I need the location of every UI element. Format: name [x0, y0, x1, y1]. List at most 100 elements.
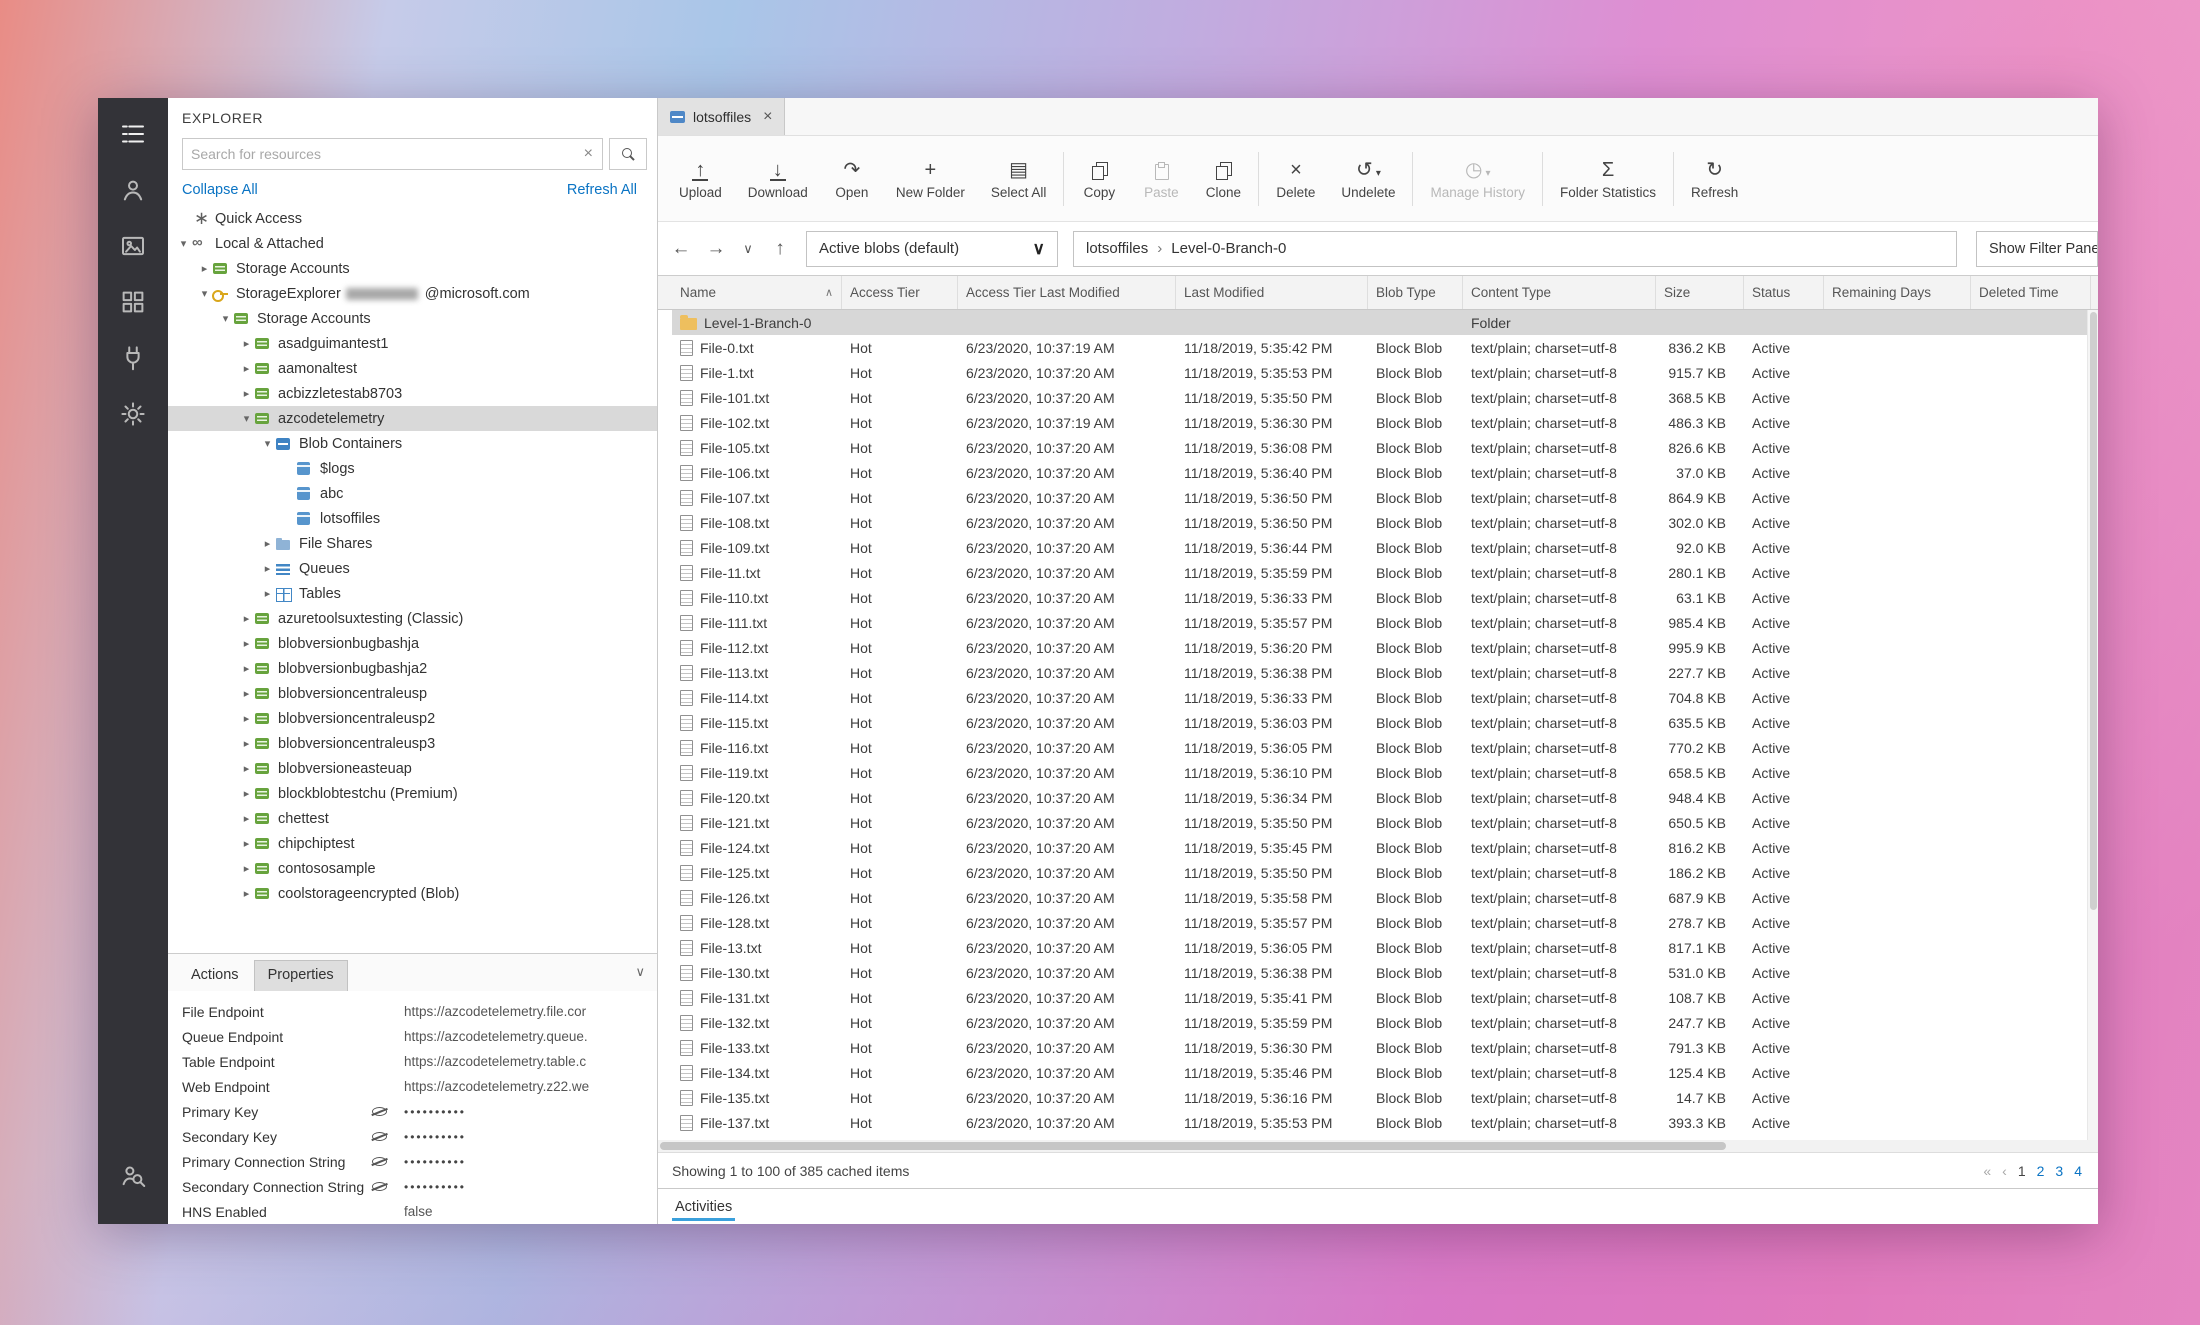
copy-button[interactable]: Copy	[1068, 157, 1130, 200]
column-header-name[interactable]: Name∧	[672, 276, 842, 309]
expander-icon[interactable]: ▸	[239, 687, 254, 700]
tab-properties[interactable]: Properties	[254, 960, 348, 991]
toggle-visibility-icon[interactable]	[370, 1105, 389, 1118]
panel-collapse-caret-icon[interactable]: ∨	[635, 964, 645, 980]
column-header-deleted-time[interactable]: Deleted Time	[1971, 276, 2091, 309]
table-row[interactable]: File-131.txtHot6/23/2020, 10:37:20 AM11/…	[672, 985, 2098, 1010]
column-header-status[interactable]: Status	[1744, 276, 1824, 309]
expander-icon[interactable]: ▸	[260, 537, 275, 550]
expander-icon[interactable]: ▸	[239, 737, 254, 750]
table-row[interactable]: File-119.txtHot6/23/2020, 10:37:20 AM11/…	[672, 760, 2098, 785]
table-row[interactable]: File-128.txtHot6/23/2020, 10:37:20 AM11/…	[672, 910, 2098, 935]
download-button[interactable]: ↓Download	[735, 157, 821, 200]
horizontal-scrollbar[interactable]	[658, 1140, 2098, 1152]
search-input[interactable]	[183, 146, 575, 162]
upload-button[interactable]: ↑Upload	[666, 157, 735, 200]
tree-item-azcodetelemetry[interactable]: ▾azcodetelemetry	[168, 406, 657, 431]
tree-item-local-attached[interactable]: ▾Local & Attached	[168, 231, 657, 256]
expander-icon[interactable]: ▸	[197, 262, 212, 275]
tree-item-file-shares[interactable]: ▸File Shares	[168, 531, 657, 556]
expander-icon[interactable]: ▸	[239, 712, 254, 725]
account-icon[interactable]	[113, 170, 153, 210]
up-button[interactable]: ↑	[765, 238, 795, 260]
table-row[interactable]: File-106.txtHot6/23/2020, 10:37:20 AM11/…	[672, 460, 2098, 485]
history-dropdown-icon[interactable]: ∨	[736, 241, 760, 257]
column-header-access-tier[interactable]: Access Tier	[842, 276, 958, 309]
table-row[interactable]: File-101.txtHot6/23/2020, 10:37:20 AM11/…	[672, 385, 2098, 410]
refresh-all-link[interactable]: Refresh All	[567, 182, 637, 198]
expander-icon[interactable]: ▾	[260, 437, 275, 450]
tree-item-aamonaltest[interactable]: ▸aamonaltest	[168, 356, 657, 381]
tree-item-chipchiptest[interactable]: ▸chipchiptest	[168, 831, 657, 856]
table-row[interactable]: File-137.txtHot6/23/2020, 10:37:20 AM11/…	[672, 1110, 2098, 1135]
expander-icon[interactable]: ▸	[239, 862, 254, 875]
tree-item-abc[interactable]: abc	[168, 481, 657, 506]
clear-search-icon[interactable]: ×	[575, 145, 602, 163]
table-row[interactable]: File-112.txtHot6/23/2020, 10:37:20 AM11/…	[672, 635, 2098, 660]
vertical-scrollbar-thumb[interactable]	[2090, 312, 2097, 910]
select-all-button[interactable]: ▤Select All	[978, 157, 1060, 200]
expander-icon[interactable]: ▸	[239, 837, 254, 850]
toggle-visibility-icon[interactable]	[370, 1180, 389, 1193]
column-header-access-tier-last-modified[interactable]: Access Tier Last Modified	[958, 276, 1176, 309]
blob-view-dropdown[interactable]: Active blobs (default) ∨	[806, 231, 1058, 267]
column-header-blob-type[interactable]: Blob Type	[1368, 276, 1463, 309]
table-row[interactable]: File-121.txtHot6/23/2020, 10:37:20 AM11/…	[672, 810, 2098, 835]
table-row[interactable]: File-133.txtHot6/23/2020, 10:37:20 AM11/…	[672, 1035, 2098, 1060]
expander-icon[interactable]: ▾	[197, 287, 212, 300]
refresh-button[interactable]: ↻Refresh	[1678, 157, 1751, 200]
tree-item-contososample[interactable]: ▸contososample	[168, 856, 657, 881]
breadcrumb-folder[interactable]: Level-0-Branch-0	[1171, 240, 1286, 257]
attach-icon[interactable]	[113, 226, 153, 266]
tree-item-storage-accounts[interactable]: ▸Storage Accounts	[168, 256, 657, 281]
table-row[interactable]: File-108.txtHot6/23/2020, 10:37:20 AM11/…	[672, 510, 2098, 535]
page-2[interactable]: 2	[2037, 1163, 2045, 1179]
tree-item-storageexplorer[interactable]: ▾StorageExplorer@microsoft.com	[168, 281, 657, 306]
tree-item-blockblobtestchu-premium[interactable]: ▸blockblobtestchu (Premium)	[168, 781, 657, 806]
table-row[interactable]: File-110.txtHot6/23/2020, 10:37:20 AM11/…	[672, 585, 2098, 610]
collapse-all-link[interactable]: Collapse All	[182, 182, 258, 198]
tree-item-blobversionbugbashja2[interactable]: ▸blobversionbugbashja2	[168, 656, 657, 681]
tree-item-blobversioncentraleusp3[interactable]: ▸blobversioncentraleusp3	[168, 731, 657, 756]
tree-item-blob-containers[interactable]: ▾Blob Containers	[168, 431, 657, 456]
close-tab-icon[interactable]: ×	[759, 108, 772, 126]
tree-item-lotsoffiles[interactable]: lotsoffiles	[168, 506, 657, 531]
table-row[interactable]: File-130.txtHot6/23/2020, 10:37:20 AM11/…	[672, 960, 2098, 985]
expander-icon[interactable]: ▸	[260, 587, 275, 600]
explorer-activity-icon[interactable]	[113, 114, 153, 154]
expander-icon[interactable]: ▸	[239, 387, 254, 400]
column-header-content-type[interactable]: Content Type	[1463, 276, 1656, 309]
toggle-visibility-icon[interactable]	[370, 1130, 389, 1143]
new-folder-button[interactable]: +New Folder	[883, 157, 978, 200]
table-row[interactable]: File-109.txtHot6/23/2020, 10:37:20 AM11/…	[672, 535, 2098, 560]
tree-item-logs[interactable]: $logs	[168, 456, 657, 481]
toggle-visibility-icon[interactable]	[370, 1155, 389, 1168]
feedback-icon[interactable]	[113, 1156, 153, 1196]
table-row[interactable]: File-134.txtHot6/23/2020, 10:37:20 AM11/…	[672, 1060, 2098, 1085]
tab-actions[interactable]: Actions	[178, 961, 252, 991]
show-filter-panel-button[interactable]: Show Filter Panel	[1976, 231, 2098, 267]
table-row-folder[interactable]: Level-1-Branch-0Folder	[672, 310, 2098, 335]
expander-icon[interactable]: ▸	[239, 662, 254, 675]
expander-icon[interactable]: ▸	[239, 337, 254, 350]
tree-item-azuretoolsuxtesting-classic[interactable]: ▸azuretoolsuxtesting (Classic)	[168, 606, 657, 631]
table-row[interactable]: File-113.txtHot6/23/2020, 10:37:20 AM11/…	[672, 660, 2098, 685]
table-row[interactable]: File-125.txtHot6/23/2020, 10:37:20 AM11/…	[672, 860, 2098, 885]
tree-item-chettest[interactable]: ▸chettest	[168, 806, 657, 831]
expander-icon[interactable]: ▸	[239, 787, 254, 800]
page-4[interactable]: 4	[2074, 1163, 2082, 1179]
settings-gear-icon[interactable]	[113, 394, 153, 434]
tree-item-storage-accounts[interactable]: ▾Storage Accounts	[168, 306, 657, 331]
folder-statistics-button[interactable]: ΣFolder Statistics	[1547, 157, 1669, 200]
table-row[interactable]: File-111.txtHot6/23/2020, 10:37:20 AM11/…	[672, 610, 2098, 635]
column-header-remaining-days[interactable]: Remaining Days	[1824, 276, 1971, 309]
table-row[interactable]: File-0.txtHot6/23/2020, 10:37:19 AM11/18…	[672, 335, 2098, 360]
table-row[interactable]: File-126.txtHot6/23/2020, 10:37:20 AM11/…	[672, 885, 2098, 910]
undelete-button[interactable]: ↺▾Undelete	[1328, 157, 1408, 200]
activities-bar[interactable]: Activities	[658, 1188, 2098, 1224]
expander-icon[interactable]: ▸	[260, 562, 275, 575]
tree-item-queues[interactable]: ▸Queues	[168, 556, 657, 581]
tree-item-quick-access[interactable]: Quick Access	[168, 206, 657, 231]
table-row[interactable]: File-132.txtHot6/23/2020, 10:37:20 AM11/…	[672, 1010, 2098, 1035]
table-row[interactable]: File-116.txtHot6/23/2020, 10:37:20 AM11/…	[672, 735, 2098, 760]
